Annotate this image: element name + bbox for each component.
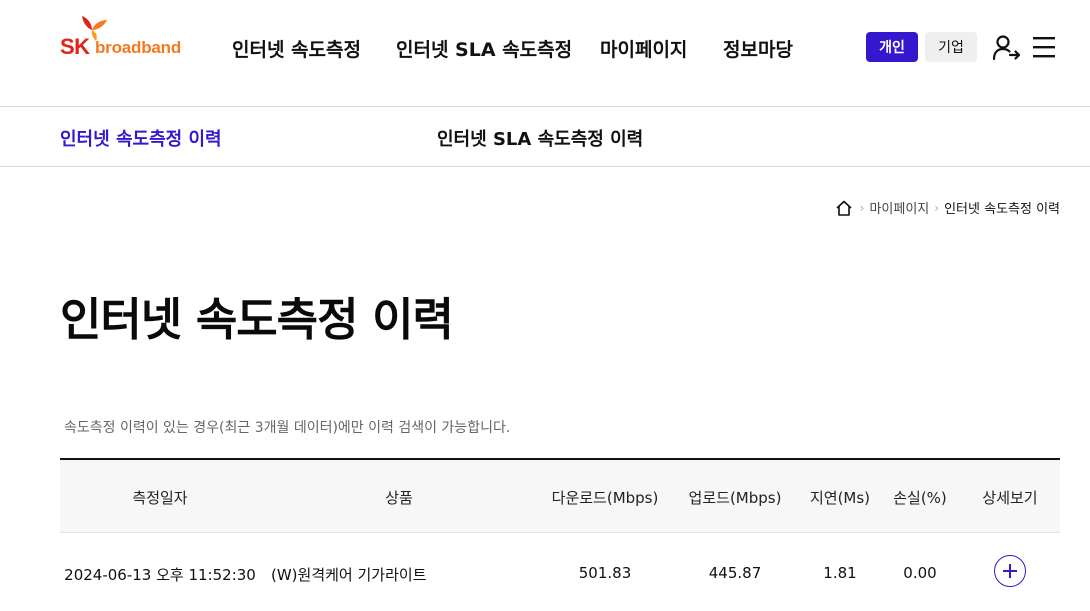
cell-download: 501.83: [578, 564, 632, 582]
col-detail: 상세보기: [982, 489, 1038, 507]
nav-speed-test[interactable]: 인터넷 속도측정: [232, 35, 361, 62]
notice-text: 속도측정 이력이 있는 경우(최근 3개월 데이터)에만 이력 검색이 가능합니…: [64, 420, 511, 436]
hamburger-menu-icon[interactable]: [1030, 35, 1058, 59]
personal-button[interactable]: 개인: [866, 32, 918, 62]
breadcrumb-current: 인터넷 속도측정 이력: [944, 202, 1060, 217]
logo-sk-text: SK: [60, 34, 90, 59]
col-product: 상품: [385, 489, 413, 507]
cell-upload: 445.87: [708, 564, 762, 582]
sk-broadband-logo[interactable]: SK broadband: [60, 14, 195, 64]
nav-sla-speed-test[interactable]: 인터넷 SLA 속도측정: [396, 35, 572, 62]
tab-speed-history[interactable]: 인터넷 속도측정 이력: [60, 125, 222, 151]
cell-latency: 1.81: [823, 564, 857, 582]
logo-broadband-text: broadband: [95, 38, 182, 57]
nav-mypage[interactable]: 마이페이지: [600, 35, 687, 62]
col-download: 다운로드(Mbps): [551, 489, 659, 507]
cell-product: (W)원격케어 기가라이트: [271, 566, 427, 584]
cell-loss: 0.00: [903, 564, 937, 582]
nav-info[interactable]: 정보마당: [723, 35, 793, 62]
business-button[interactable]: 기업: [925, 32, 977, 62]
speed-history-table: 측정일자 상품 다운로드(Mbps) 업로드(Mbps) 지연(Ms) 손실(%…: [60, 458, 1060, 611]
table-row: 2024-06-13 오후 11:52:30 (W)원격케어 기가라이트 501…: [60, 533, 1060, 611]
table-header: 측정일자 상품 다운로드(Mbps) 업로드(Mbps) 지연(Ms) 손실(%…: [60, 458, 1060, 533]
tab-sla-speed-history[interactable]: 인터넷 SLA 속도측정 이력: [437, 125, 643, 151]
breadcrumb: › 마이페이지 › 인터넷 속도측정 이력: [835, 198, 1060, 217]
sub-nav: 인터넷 속도측정 이력 인터넷 SLA 속도측정 이력: [0, 107, 1090, 167]
home-icon[interactable]: [835, 199, 853, 217]
login-user-icon[interactable]: [991, 33, 1021, 63]
page-title: 인터넷 속도측정 이력: [60, 293, 454, 346]
cell-date: 2024-06-13 오후 11:52:30: [64, 566, 256, 584]
col-latency: 지연(Ms): [809, 489, 871, 507]
breadcrumb-mypage[interactable]: 마이페이지: [869, 198, 929, 217]
col-loss: 손실(%): [893, 489, 947, 507]
chevron-right-icon: ›: [934, 200, 940, 215]
detail-plus-icon[interactable]: [994, 555, 1026, 587]
chevron-right-icon: ›: [859, 200, 865, 215]
col-date: 측정일자: [132, 489, 188, 507]
col-upload: 업로드(Mbps): [688, 489, 782, 507]
site-header: SK broadband 인터넷 속도측정 인터넷 SLA 속도측정 마이페이지…: [0, 0, 1090, 107]
